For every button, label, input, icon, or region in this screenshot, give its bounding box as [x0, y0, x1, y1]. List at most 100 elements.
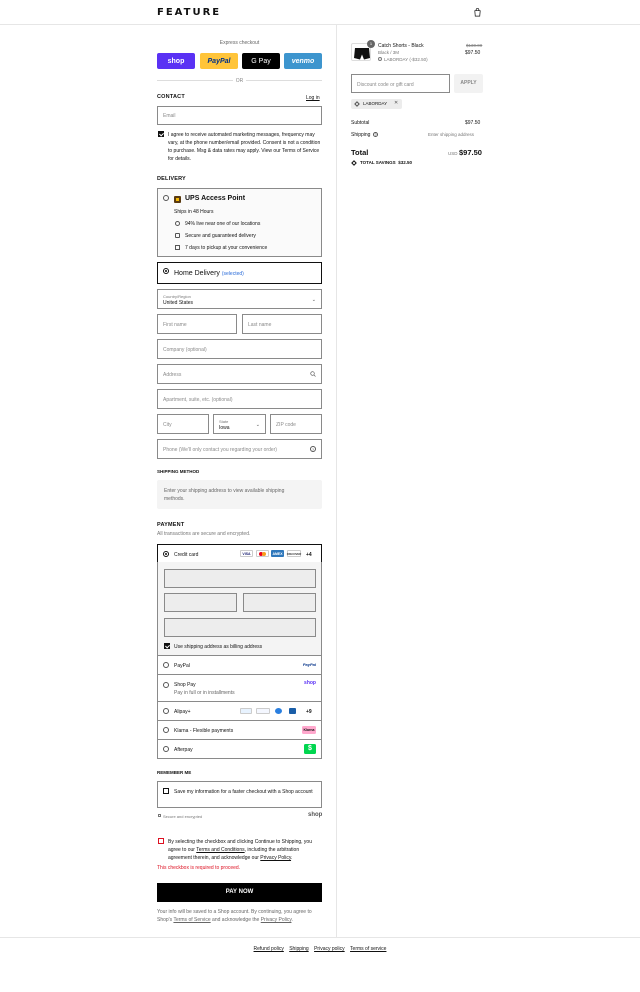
- home-delivery-radio[interactable]: [163, 268, 169, 274]
- shop-privacy-link[interactable]: Privacy Policy: [261, 917, 292, 923]
- ups-radio[interactable]: [163, 195, 169, 201]
- credit-card-radio[interactable]: [163, 551, 169, 557]
- shopping-bag-icon[interactable]: [473, 8, 482, 17]
- visa-logo-icon: VISA: [240, 550, 253, 557]
- shipping-method-message: Enter your shipping address to view avai…: [164, 488, 285, 502]
- alipay-radio[interactable]: [163, 708, 169, 714]
- alipay-logo-icon: [256, 708, 270, 714]
- billing-same-label: Use shipping address as billing address: [174, 644, 263, 650]
- terms-of-service-link[interactable]: Terms of service: [350, 946, 386, 952]
- shop-pay-express-button[interactable]: shop: [157, 53, 195, 69]
- terms-error: This checkbox is required to proceed.: [157, 865, 241, 871]
- delivery-title: DELIVERY: [157, 176, 186, 182]
- paypal-express-button[interactable]: PayPal: [200, 53, 238, 69]
- save-info-option[interactable]: Save my information for a faster checkou…: [157, 781, 322, 808]
- or-divider-left: [157, 80, 233, 81]
- company-input[interactable]: Company (optional): [157, 339, 322, 359]
- country-select[interactable]: Country/Region United States ⌄: [157, 289, 322, 309]
- bank-logo-icon: [289, 708, 296, 714]
- paypal-radio[interactable]: [163, 662, 169, 668]
- terms-text: By selecting the checkbox and clicking C…: [168, 839, 312, 861]
- shop-pay-logo-icon: shop: [304, 680, 316, 686]
- card-number-input[interactable]: [164, 569, 316, 588]
- country-value: United States: [163, 300, 194, 306]
- address-placeholder: Address: [163, 372, 182, 378]
- express-checkout-label: Express checkout: [219, 40, 260, 46]
- google-pay-express-button[interactable]: G Pay: [242, 53, 280, 69]
- first-name-input[interactable]: First name: [157, 314, 237, 334]
- city-input[interactable]: City: [157, 414, 209, 434]
- product-discount: LABORDAY (-$32.50): [384, 57, 428, 62]
- discount-code-input[interactable]: Discount code or gift card: [351, 74, 450, 93]
- state-select[interactable]: State Iowa ⌄: [213, 414, 266, 434]
- apartment-input[interactable]: Apartment, suite, etc. (optional): [157, 389, 322, 409]
- venmo-express-button[interactable]: venmo: [284, 53, 322, 69]
- search-icon: [310, 371, 316, 377]
- alipay-option[interactable]: Alipay+ +9: [157, 702, 322, 721]
- location-icon: [175, 221, 180, 226]
- help-icon[interactable]: ?: [310, 446, 316, 452]
- credit-card-form: Use shipping address as billing address: [157, 562, 322, 656]
- save-info-checkbox[interactable]: [163, 788, 169, 794]
- column-divider: [336, 25, 337, 937]
- store-logo[interactable]: FEATURE: [157, 7, 221, 18]
- login-link[interactable]: Log in: [306, 95, 320, 101]
- klarna-option[interactable]: Klarna - Flexible payments Klarna: [157, 721, 322, 740]
- credit-card-label: Credit card: [174, 552, 199, 558]
- total-value: $97.50: [459, 148, 482, 157]
- help-icon[interactable]: ?: [373, 132, 378, 137]
- amex-logo-icon: AMEX: [271, 550, 284, 557]
- pay-now-button[interactable]: PAY NOW: [157, 883, 322, 902]
- chevron-down-icon: ⌄: [255, 422, 260, 428]
- card-name-input[interactable]: [164, 618, 316, 637]
- remember-me-title: REMEMBER ME: [157, 770, 192, 775]
- klarna-label: Klarna - Flexible payments: [174, 728, 234, 734]
- ups-access-point-option[interactable]: UPS Access Point Ships in 48 Hours 94% l…: [157, 188, 322, 257]
- card-expiry-input[interactable]: [164, 593, 237, 612]
- ups-feature-2: Secure and guaranteed delivery: [185, 233, 256, 239]
- email-input[interactable]: Email: [157, 106, 322, 125]
- paypal-option[interactable]: PayPal PayPal: [157, 656, 322, 675]
- remove-discount-icon[interactable]: ✕: [394, 100, 398, 106]
- shipping-value: Enter shipping address: [428, 132, 475, 137]
- marketing-checkbox[interactable]: [158, 131, 164, 137]
- shop-tos-link[interactable]: Terms of Service: [173, 917, 210, 923]
- billing-same-checkbox[interactable]: [164, 643, 170, 649]
- lock-icon: [175, 233, 180, 238]
- shop-logo-icon: shop: [308, 812, 323, 818]
- shipping-method-box: Enter your shipping address to view avai…: [157, 480, 322, 509]
- alipay-more-count: +9: [306, 709, 312, 715]
- card-cvv-input[interactable]: [243, 593, 316, 612]
- klarna-logo-icon: Klarna: [302, 726, 316, 734]
- terms-checkbox[interactable]: [158, 838, 164, 844]
- shop-pay-option[interactable]: Shop Pay Pay in full or in installments …: [157, 675, 322, 702]
- ups-logo-icon: [174, 196, 181, 203]
- currency-label: USD: [448, 151, 458, 156]
- afterpay-radio[interactable]: [163, 746, 169, 752]
- privacy-link[interactable]: Privacy Policy: [260, 855, 291, 861]
- home-delivery-option[interactable]: Home Delivery (selected): [157, 262, 322, 284]
- afterpay-option[interactable]: Afterpay $: [157, 740, 322, 759]
- tag-icon: [378, 57, 382, 61]
- quantity-badge: 1: [367, 40, 375, 48]
- shop-pay-radio[interactable]: [163, 682, 169, 688]
- tag-icon: [354, 101, 360, 107]
- last-name-input[interactable]: Last name: [242, 314, 322, 334]
- shipping-policy-link[interactable]: Shipping: [289, 946, 308, 952]
- apply-button[interactable]: APPLY: [454, 74, 483, 93]
- save-info-text: Save my information for a faster checkou…: [174, 789, 313, 795]
- discover-logo-icon: DISCOVER: [286, 550, 302, 557]
- privacy-policy-link[interactable]: Privacy policy: [314, 946, 345, 952]
- zip-input[interactable]: ZIP code: [270, 414, 322, 434]
- calendar-icon: [175, 245, 180, 250]
- credit-card-option[interactable]: Credit card VISA AMEX DISCOVER +4: [157, 544, 322, 563]
- refund-policy-link[interactable]: Refund policy: [254, 946, 284, 952]
- shorts-image-icon: [354, 48, 370, 60]
- total-label: Total: [351, 148, 369, 157]
- address-input[interactable]: Address: [157, 364, 322, 384]
- alipay-label: Alipay+: [174, 709, 191, 715]
- zip-placeholder: ZIP code: [276, 422, 296, 428]
- phone-input[interactable]: Phone (We'll only contact you regarding …: [157, 439, 322, 459]
- terms-link[interactable]: Terms and Conditions: [196, 847, 244, 853]
- klarna-radio[interactable]: [163, 727, 169, 733]
